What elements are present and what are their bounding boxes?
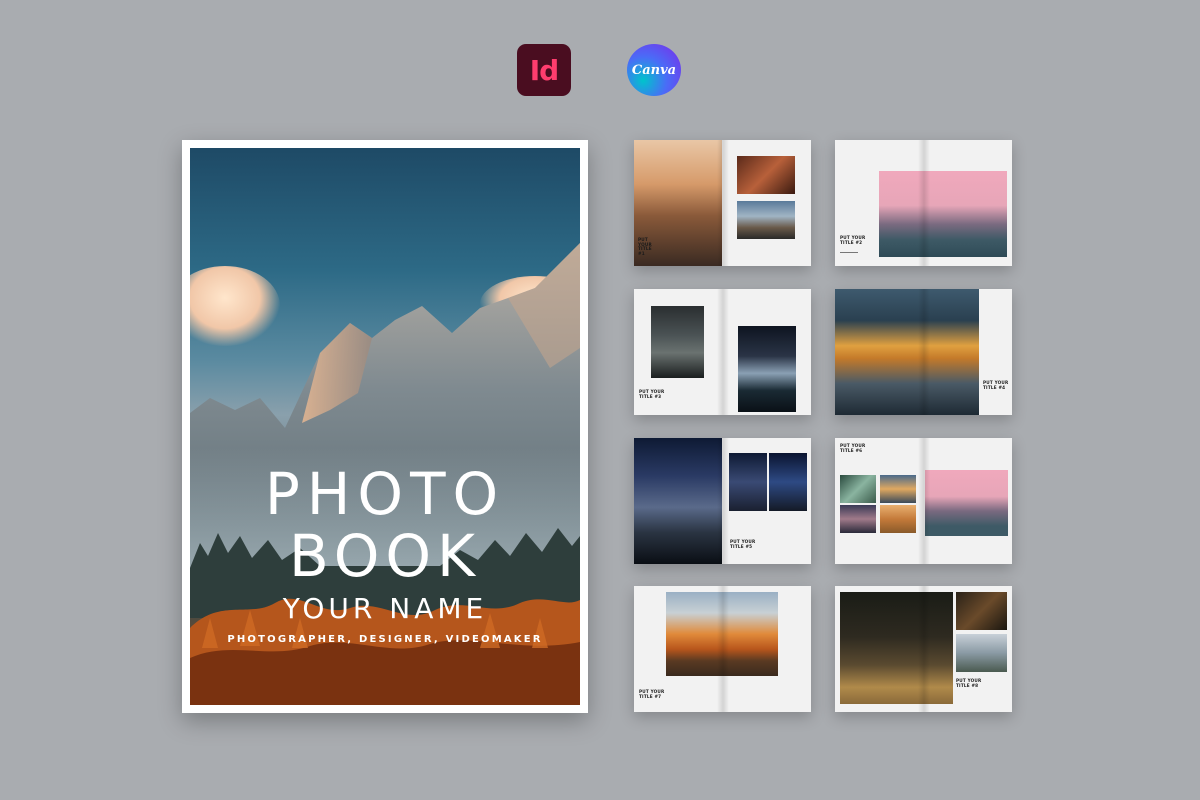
- cover-subtitle: PHOTOGRAPHER, DESIGNER, VIDEOMAKER: [227, 634, 543, 645]
- indesign-label: Id: [529, 53, 559, 87]
- photo-green-valley: [840, 475, 876, 503]
- photo-pink-sky-small: [925, 470, 1008, 536]
- photo-milky-way-lake: [738, 326, 796, 412]
- spread-2-title: PUT YOUR TITLE #2: [840, 235, 866, 245]
- spread-7: PUT YOUR TITLE #7: [634, 586, 811, 712]
- photo-night-coast: [634, 438, 722, 564]
- photo-pink-sky-mountains: [879, 171, 1007, 257]
- spread-3-title: PUT YOUR TITLE #3: [639, 389, 665, 399]
- spread-1: PUT YOUR TITLE #1: [634, 140, 811, 266]
- cover-title-line1: PHOTO: [264, 460, 506, 528]
- spread-4-title: PUT YOUR TITLE #4: [983, 380, 1009, 390]
- cover-photo: PHOTO BOOK YOUR NAME PHOTOGRAPHER, DESIG…: [190, 148, 580, 705]
- photo-sunset-clouds: [880, 475, 916, 503]
- canva-label: Canva: [631, 62, 677, 78]
- photo-night-sky-2: [769, 453, 807, 511]
- spread-8-title: PUT YOUR TITLE #8: [956, 678, 982, 688]
- spread-7-title: PUT YOUR TITLE #7: [639, 689, 665, 699]
- spread-8: PUT YOUR TITLE #8: [835, 586, 1012, 712]
- spread-3: PUT YOUR TITLE #3: [634, 289, 811, 415]
- photo-sand-dune: [666, 592, 778, 676]
- photo-dusk-lake: [840, 505, 876, 533]
- photo-desert-dunes: [880, 505, 916, 533]
- spread-5-title: PUT YOUR TITLE #5: [730, 539, 756, 549]
- spread-1-title: PUT YOUR TITLE #1: [638, 237, 652, 256]
- spread-6: PUT YOUR TITLE #6: [835, 438, 1012, 564]
- photo-golden-clouds: [835, 289, 979, 415]
- photo-snowy-peaks: [737, 201, 795, 239]
- photo-deer-portrait: [956, 592, 1007, 630]
- spread-5: PUT YOUR TITLE #5: [634, 438, 811, 564]
- spread-4: PUT YOUR TITLE #4: [835, 289, 1012, 415]
- photo-night-sky-1: [729, 453, 767, 511]
- canva-icon: Canva: [627, 44, 681, 96]
- photo-dark-peak: [651, 306, 704, 378]
- caption-line: [840, 252, 858, 253]
- spread-6-title: PUT YOUR TITLE #6: [840, 443, 866, 453]
- cover-author-name: YOUR NAME: [282, 592, 488, 625]
- spread-2: PUT YOUR TITLE #2: [835, 140, 1012, 266]
- photo-red-deer: [840, 592, 953, 704]
- indesign-icon: Id: [517, 44, 571, 96]
- cover-title-line2: BOOK: [288, 522, 482, 590]
- photo-misty-valley: [956, 634, 1007, 672]
- photo-red-canyon-road: [737, 156, 795, 194]
- photobook-cover: PHOTO BOOK YOUR NAME PHOTOGRAPHER, DESIG…: [182, 140, 588, 713]
